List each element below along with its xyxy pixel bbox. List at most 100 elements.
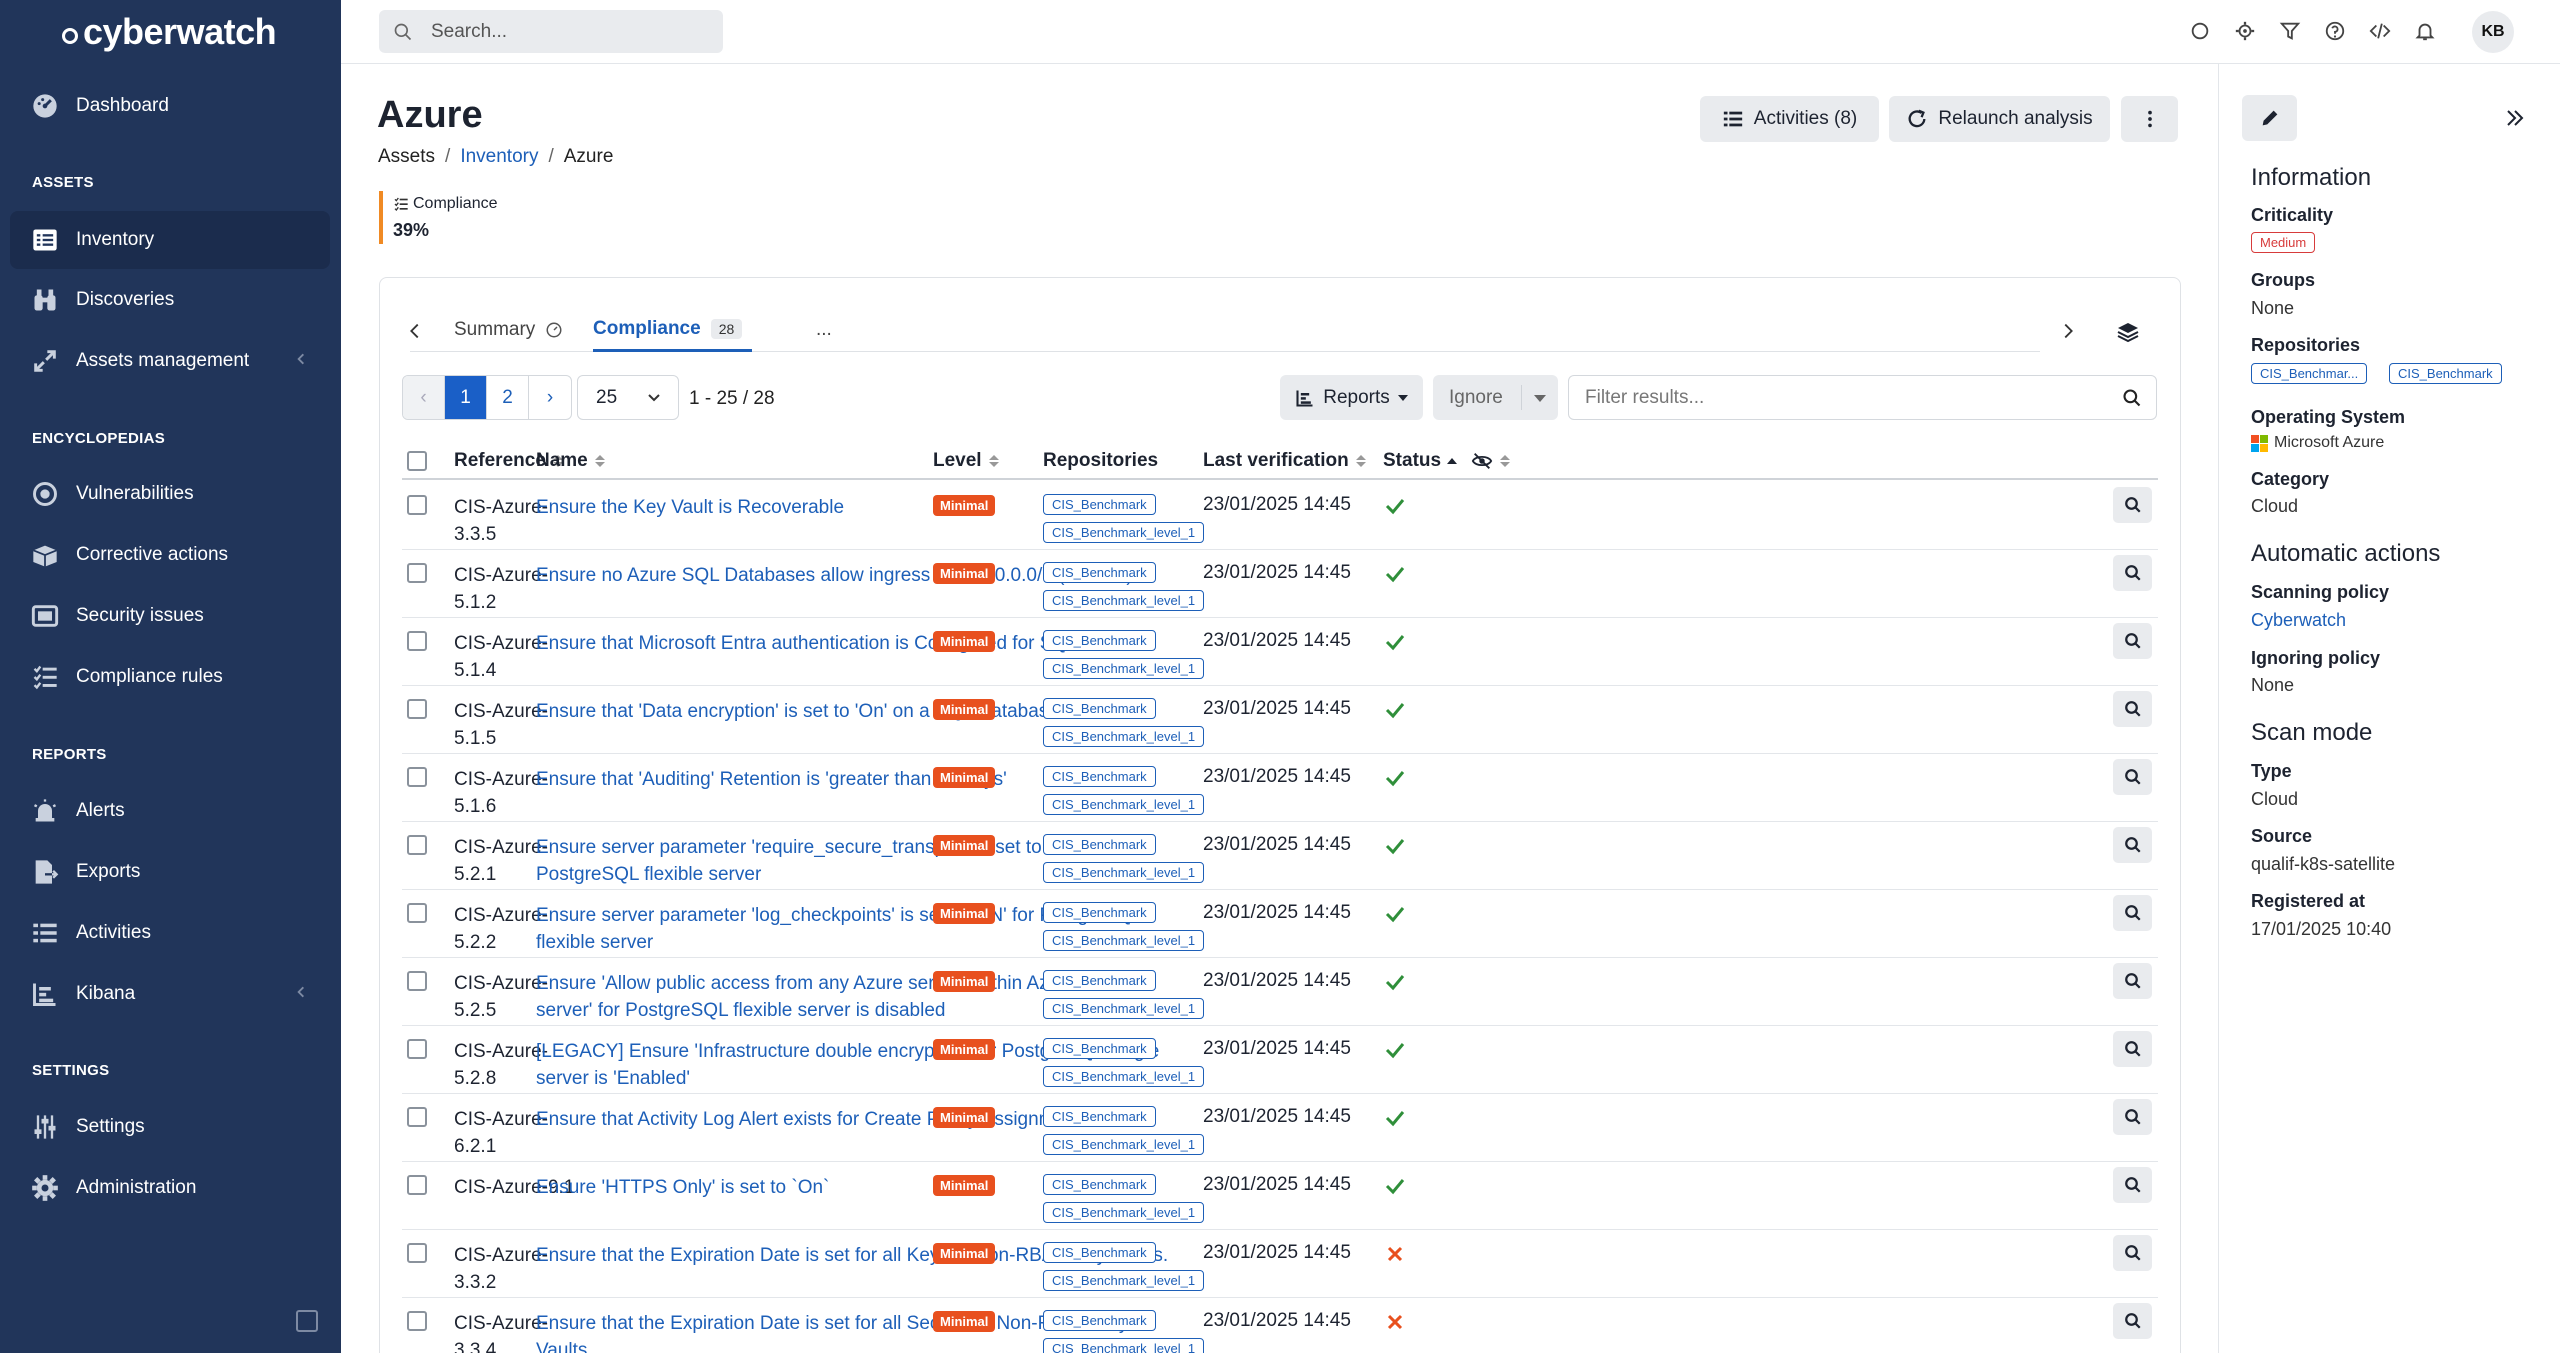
sidebar-item-settings[interactable]: Settings — [10, 1098, 330, 1156]
repository-badge[interactable]: CIS_Benchmark_level_1 — [1043, 862, 1205, 883]
row-checkbox[interactable] — [407, 903, 427, 923]
help-icon[interactable] — [2324, 20, 2346, 42]
search-input[interactable] — [431, 20, 701, 43]
gear-icon[interactable] — [2234, 20, 2256, 42]
sidebar-item-security-issues[interactable]: Security issues — [10, 587, 330, 645]
close-panel-icon[interactable] — [2503, 106, 2527, 130]
row-checkbox[interactable] — [407, 1039, 427, 1059]
repository-badge[interactable]: CIS_Benchmar... — [2251, 363, 2368, 384]
row-checkbox[interactable] — [407, 1311, 427, 1331]
repository-badge[interactable]: CIS_Benchmark_level_1 — [1043, 726, 1205, 747]
repository-badge[interactable]: CIS_Benchmark — [1043, 1174, 1156, 1195]
collapse-sidebar-icon[interactable] — [296, 1310, 318, 1332]
sidebar-item-discoveries[interactable]: Discoveries — [10, 271, 330, 329]
eye-slash-icon[interactable] — [1471, 450, 1493, 472]
filter-icon[interactable] — [2279, 20, 2301, 42]
row-details-button[interactable] — [2113, 963, 2152, 999]
bell-icon[interactable] — [2414, 20, 2436, 42]
chevron-left-icon[interactable] — [404, 320, 426, 342]
repository-badge[interactable]: CIS_Benchmark — [2389, 363, 2502, 384]
edit-button[interactable] — [2242, 95, 2297, 141]
row-checkbox[interactable] — [407, 495, 427, 515]
select-all-checkbox[interactable] — [407, 451, 427, 471]
row-details-button[interactable] — [2113, 1303, 2152, 1339]
code-icon[interactable] — [2369, 20, 2391, 42]
repository-badge[interactable]: CIS_Benchmark — [1043, 1310, 1156, 1331]
repository-badge[interactable]: CIS_Benchmark — [1043, 698, 1156, 719]
repository-badge[interactable]: CIS_Benchmark_level_1 — [1043, 1202, 1205, 1223]
column-status[interactable]: Status — [1383, 450, 1511, 472]
cyberwatch-logo[interactable]: cyberwatch — [62, 10, 277, 54]
tab-compliance[interactable]: Compliance 28 — [593, 308, 753, 352]
row-details-button[interactable] — [2113, 1099, 2152, 1135]
filter-results[interactable] — [1568, 375, 2157, 420]
global-search[interactable] — [379, 10, 723, 53]
relaunch-analysis-button[interactable]: Relaunch analysis — [1889, 96, 2110, 142]
row-checkbox[interactable] — [407, 631, 427, 651]
row-checkbox[interactable] — [407, 699, 427, 719]
repository-badge[interactable]: CIS_Benchmark_level_1 — [1043, 522, 1205, 543]
row-checkbox[interactable] — [407, 1107, 427, 1127]
breadcrumb-inventory-link[interactable]: Inventory — [460, 146, 538, 168]
pagination-page-1[interactable]: 1 — [445, 376, 487, 419]
column-name[interactable]: Name — [536, 450, 605, 472]
repository-badge[interactable]: CIS_Benchmark — [1043, 494, 1156, 515]
row-details-button[interactable] — [2113, 1167, 2152, 1203]
repository-badge[interactable]: CIS_Benchmark_level_1 — [1043, 794, 1205, 815]
row-checkbox[interactable] — [407, 1243, 427, 1263]
row-details-button[interactable] — [2113, 827, 2152, 863]
repository-badge[interactable]: CIS_Benchmark_level_1 — [1043, 998, 1205, 1019]
more-options-button[interactable] — [2121, 96, 2178, 142]
repository-badge[interactable]: CIS_Benchmark — [1043, 630, 1156, 651]
column-last-verification[interactable]: Last verification — [1203, 450, 1366, 472]
row-details-button[interactable] — [2113, 691, 2152, 727]
repository-badge[interactable]: CIS_Benchmark_level_1 — [1043, 1066, 1205, 1087]
tab-summary[interactable]: Summary — [454, 308, 563, 352]
sidebar-item-administration[interactable]: Administration — [10, 1159, 330, 1217]
repository-badge[interactable]: CIS_Benchmark — [1043, 834, 1156, 855]
scanning-policy-link[interactable]: Cyberwatch — [2251, 610, 2346, 631]
row-checkbox[interactable] — [407, 767, 427, 787]
repository-badge[interactable]: CIS_Benchmark_level_1 — [1043, 930, 1205, 951]
repository-badge[interactable]: CIS_Benchmark_level_1 — [1043, 590, 1205, 611]
ignore-dropdown-button[interactable]: Ignore — [1433, 375, 1558, 420]
row-details-button[interactable] — [2113, 1031, 2152, 1067]
repository-badge[interactable]: CIS_Benchmark_level_1 — [1043, 1338, 1205, 1353]
row-details-button[interactable] — [2113, 1235, 2152, 1271]
repository-badge[interactable]: CIS_Benchmark — [1043, 1038, 1156, 1059]
reports-dropdown-button[interactable]: Reports — [1280, 375, 1423, 420]
tab-more[interactable]: ... — [816, 308, 832, 352]
repository-badge[interactable]: CIS_Benchmark — [1043, 902, 1156, 923]
layers-icon[interactable] — [2116, 320, 2140, 344]
row-details-button[interactable] — [2113, 759, 2152, 795]
row-checkbox[interactable] — [407, 971, 427, 991]
repository-badge[interactable]: CIS_Benchmark — [1043, 1106, 1156, 1127]
repository-badge[interactable]: CIS_Benchmark — [1043, 562, 1156, 583]
per-page-select[interactable]: 25 — [577, 375, 679, 420]
sidebar-item-compliance-rules[interactable]: Compliance rules — [10, 648, 330, 706]
row-details-button[interactable] — [2113, 487, 2152, 523]
pagination-page-2[interactable]: 2 — [487, 376, 529, 419]
row-details-button[interactable] — [2113, 895, 2152, 931]
repository-badge[interactable]: CIS_Benchmark — [1043, 970, 1156, 991]
row-checkbox[interactable] — [407, 563, 427, 583]
user-avatar[interactable]: KB — [2472, 11, 2514, 53]
sidebar-item-alerts[interactable]: Alerts — [10, 782, 330, 840]
pagination-next[interactable]: › — [529, 376, 571, 419]
column-level[interactable]: Level — [933, 450, 999, 472]
filter-input[interactable] — [1585, 386, 2105, 409]
circle-status-icon[interactable] — [2189, 20, 2211, 42]
repository-badge[interactable]: CIS_Benchmark — [1043, 1242, 1156, 1263]
sidebar-item-assets-management[interactable]: Assets management — [10, 332, 330, 390]
row-checkbox[interactable] — [407, 1175, 427, 1195]
sidebar-item-exports[interactable]: Exports — [10, 843, 330, 901]
pagination-prev[interactable]: ‹ — [403, 376, 445, 419]
chevron-right-icon[interactable] — [2057, 320, 2079, 342]
row-checkbox[interactable] — [407, 835, 427, 855]
sidebar-item-corrective-actions[interactable]: Corrective actions — [10, 526, 330, 584]
sidebar-item-inventory[interactable]: Inventory — [10, 211, 330, 269]
activities-button[interactable]: Activities (8) — [1700, 96, 1879, 142]
sidebar-item-kibana[interactable]: Kibana — [10, 965, 330, 1023]
repository-badge[interactable]: CIS_Benchmark — [1043, 766, 1156, 787]
sidebar-item-vulnerabilities[interactable]: Vulnerabilities — [10, 465, 330, 523]
